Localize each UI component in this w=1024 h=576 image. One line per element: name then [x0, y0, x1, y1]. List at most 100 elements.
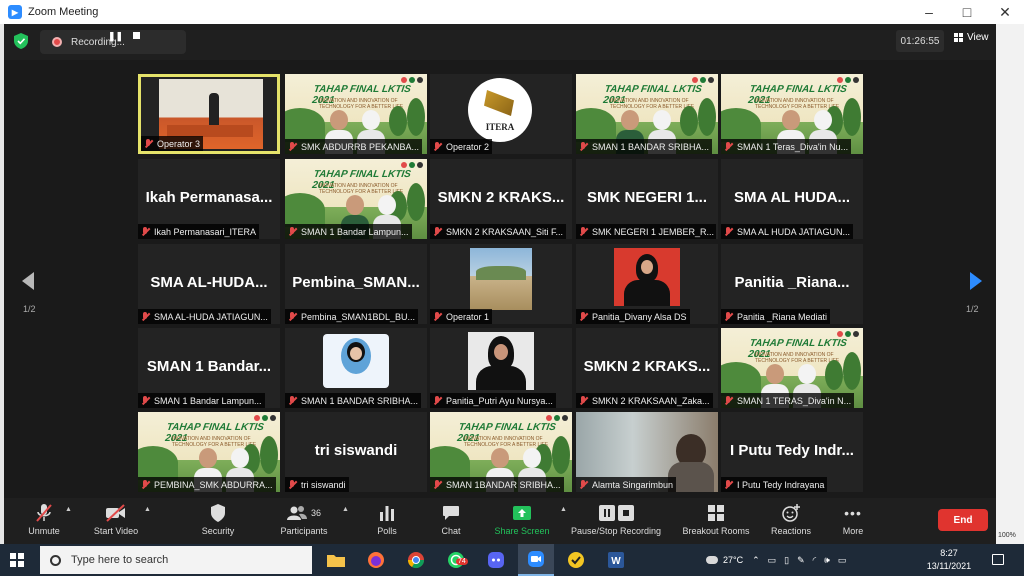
muted-mic-icon	[433, 141, 442, 152]
participant-tile[interactable]: Panitia _Riana... Panitia _Riana Mediati	[721, 244, 863, 324]
participant-tile[interactable]: Alamta Singarimbun	[576, 412, 718, 492]
taskbar-search-box[interactable]: Type here to search	[40, 546, 312, 574]
close-button[interactable]: ✕	[986, 0, 1024, 24]
video-options-caret-icon[interactable]: ▲	[144, 506, 151, 513]
tray-chevron-icon[interactable]: ⌃	[752, 555, 760, 566]
participant-tile[interactable]: SMA AL-HUDA... SMA AL-HUDA JATIAGUN...	[138, 244, 280, 324]
title-bar: ▶ Zoom Meeting – □ ✕	[0, 0, 1024, 24]
muted-mic-icon	[724, 479, 733, 490]
profile-card	[323, 334, 389, 388]
weather-icon[interactable]	[706, 556, 718, 564]
participant-tile[interactable]: SMK NEGERI 1... SMK NEGERI 1 JEMBER_R...	[576, 159, 718, 239]
participant-name-label: SMK ABDURRB PEKANBA...	[285, 139, 423, 154]
participant-tile[interactable]: Pembina_SMAN... Pembina_SMAN1BDL_BU...	[285, 244, 427, 324]
muted-mic-icon	[141, 479, 150, 490]
audio-options-caret-icon[interactable]: ▲	[65, 506, 72, 513]
encryption-shield-icon[interactable]	[14, 33, 28, 49]
participant-tile[interactable]: I Putu Tedy Indr... I Putu Tedy Indrayan…	[721, 412, 863, 492]
poster-hill	[285, 108, 325, 142]
chat-button[interactable]: Chat	[436, 502, 466, 542]
reactions-smiley-icon	[782, 504, 800, 522]
whatsapp-icon[interactable]: 74	[438, 544, 474, 576]
participant-name-label: SMAN 1 Teras_Diva'in Nu...	[721, 139, 852, 154]
participant-name: Panitia _Riana Mediati	[737, 311, 828, 322]
muted-mic-icon	[433, 226, 442, 237]
participant-tile[interactable]: TAHAP FINAL LKTIS 2021 INOVATION AND INN…	[138, 412, 280, 492]
participant-tile[interactable]: TAHAP FINAL LKTIS 2021 INOVATION AND INN…	[576, 74, 718, 154]
poster-tree	[552, 436, 570, 474]
file-explorer-icon[interactable]	[318, 544, 354, 576]
windows-taskbar: Type here to search 74 W 27°C ⌃ ▭ ▯ ✎ ◜ …	[0, 544, 1024, 576]
network-icon[interactable]: ◜	[813, 555, 817, 566]
next-page-arrow-icon[interactable]	[970, 272, 982, 290]
participant-tile[interactable]: Panitia_Putri Ayu Nursya...	[430, 328, 572, 408]
poster-dots	[837, 331, 859, 337]
windows-start-icon[interactable]	[10, 553, 24, 567]
participant-name-label: Operator 1	[430, 309, 493, 324]
taskbar-clock[interactable]: 8:27 13/11/2021	[918, 547, 980, 573]
participant-name-label: PEMBINA_SMK ABDURRA...	[138, 477, 276, 492]
participants-options-caret-icon[interactable]: ▲	[342, 506, 349, 513]
zoom-logo-icon: ▶	[8, 5, 22, 19]
unmute-button[interactable]: Unmute	[26, 502, 62, 542]
reactions-button[interactable]: Reactions	[768, 502, 814, 542]
participants-button[interactable]: 36 Participants	[276, 502, 332, 542]
norton-icon[interactable]	[558, 544, 594, 576]
start-video-label: Start Video	[93, 526, 139, 536]
end-meeting-button[interactable]: End	[938, 509, 988, 531]
participant-tile[interactable]: TAHAP FINAL LKTIS 2021 INOVATION AND INN…	[285, 159, 427, 239]
participant-tile[interactable]: TAHAP FINAL LKTIS 2021 INOVATION AND INN…	[430, 412, 572, 492]
start-video-button[interactable]: Start Video	[90, 502, 142, 542]
participant-tile[interactable]: SMKN 2 KRAKS... SMKN 2 KRAKSAAN_Zaka...	[576, 328, 718, 408]
participant-name-label: Ikah Permanasari_ITERA	[138, 224, 260, 239]
pause-recording-button[interactable]: ❚❚	[108, 31, 123, 42]
muted-mic-icon	[288, 395, 297, 406]
participant-name-label: Operator 2	[430, 139, 493, 154]
discord-icon[interactable]	[478, 544, 514, 576]
participant-name-label: SMAN 1 BANDAR SRIBHA...	[285, 393, 422, 408]
video-tray-icon[interactable]: ▭	[768, 555, 777, 566]
participant-tile[interactable]: tri siswandi tri siswandi	[285, 412, 427, 492]
participant-tile[interactable]: Panitia_Divany Alsa DS	[576, 244, 718, 324]
more-label: More	[842, 526, 864, 536]
view-button[interactable]: View	[954, 32, 989, 43]
poster-hill	[430, 446, 470, 480]
notification-center-icon[interactable]	[992, 554, 1004, 565]
minimize-button[interactable]: –	[910, 0, 948, 24]
maximize-button[interactable]: □	[948, 0, 986, 24]
participant-tile[interactable]: SMKN 2 KRAKS... SMKN 2 KRAKSAAN_Siti F..…	[430, 159, 572, 239]
pause-stop-recording-button[interactable]: Pause/Stop Recording	[566, 502, 666, 542]
more-button[interactable]: ••• More	[838, 502, 868, 542]
participant-tile[interactable]: TAHAP FINAL LKTIS 2021 INOVATION AND INN…	[721, 74, 863, 154]
system-tray: 27°C ⌃ ▭ ▯ ✎ ◜ 🕪 ▭	[706, 544, 846, 576]
participant-tile[interactable]: Operator 1	[430, 244, 572, 324]
participant-tile[interactable]: Operator 3	[138, 74, 280, 154]
participant-display-name: SMAN 1 Bandar...	[146, 358, 272, 375]
pen-tray-icon[interactable]: ✎	[797, 555, 805, 566]
firefox-icon[interactable]	[358, 544, 394, 576]
participant-tile[interactable]: SMA AL HUDA... SMA AL HUDA JATIAGUN...	[721, 159, 863, 239]
word-icon[interactable]: W	[598, 544, 634, 576]
keyboard-icon[interactable]: ▭	[838, 555, 847, 566]
polls-button[interactable]: Polls	[372, 502, 402, 542]
breakout-rooms-button[interactable]: Breakout Rooms	[674, 502, 758, 542]
participant-name: Ikah Permanasari_ITERA	[154, 226, 257, 237]
reactions-label: Reactions	[770, 526, 812, 536]
stop-recording-button[interactable]	[133, 32, 140, 39]
participant-tile[interactable]: ITERA Operator 2	[430, 74, 572, 154]
volume-icon[interactable]: 🕪	[824, 555, 830, 566]
zoom-taskbar-icon[interactable]	[518, 544, 554, 576]
usb-tray-icon[interactable]: ▯	[784, 555, 789, 566]
participant-name: Pembina_SMAN1BDL_BU...	[301, 311, 416, 322]
previous-page-arrow-icon[interactable]	[22, 272, 34, 290]
share-screen-button[interactable]: Share Screen	[492, 502, 552, 542]
participant-tile[interactable]: TAHAP FINAL LKTIS 2021 INOVATION AND INN…	[721, 328, 863, 408]
poster-dots	[401, 77, 423, 83]
participant-tile[interactable]: SMAN 1 BANDAR SRIBHA...	[285, 328, 427, 408]
security-button[interactable]: Security	[198, 502, 238, 542]
participant-tile[interactable]: Ikah Permanasa... Ikah Permanasari_ITERA	[138, 159, 280, 239]
participant-tile[interactable]: TAHAP FINAL LKTIS 2021 INOVATION AND INN…	[285, 74, 427, 154]
participant-display-name: tri siswandi	[314, 442, 398, 459]
participant-tile[interactable]: SMAN 1 Bandar... SMAN 1 Bandar Lampun...	[138, 328, 280, 408]
chrome-icon[interactable]	[398, 544, 434, 576]
